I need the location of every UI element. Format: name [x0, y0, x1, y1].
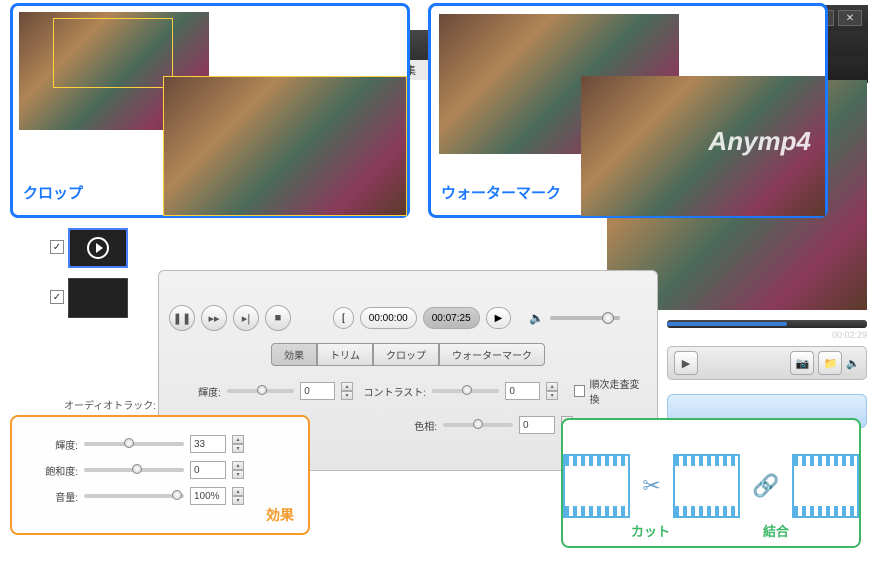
right-play-button[interactable]: ▶ — [674, 351, 698, 375]
audiotrack-label: オーディオトラック: — [64, 397, 156, 412]
time-start-capsule[interactable]: 00:00:00 — [360, 307, 417, 329]
volume-handle[interactable] — [602, 312, 614, 324]
cut-label: カット — [631, 521, 670, 540]
step-button[interactable]: ▸| — [233, 305, 259, 331]
bracket-end[interactable]: ▶ — [486, 307, 512, 329]
tab-effect[interactable]: 効果 — [271, 343, 317, 366]
tab-watermark[interactable]: ウォーターマーク — [439, 343, 545, 366]
right-time: 00:02:29 — [667, 330, 867, 340]
volume-slider[interactable] — [550, 316, 620, 320]
pause-button[interactable]: ❚❚ — [169, 305, 195, 331]
folder-button[interactable]: 📁 — [818, 351, 842, 375]
filmstrip-2 — [673, 454, 740, 518]
contrast-label: コントラスト: — [359, 384, 426, 399]
crop-label: クロップ — [23, 182, 83, 203]
effect-saturation-value[interactable]: 0 — [190, 461, 226, 479]
link-icon: 🔗 — [752, 473, 779, 499]
watermark-text: Anymp4 — [708, 126, 811, 157]
hue-slider[interactable] — [443, 423, 513, 427]
snapshot-button[interactable]: 📷 — [790, 351, 814, 375]
play-icon — [87, 237, 109, 259]
bracket-start[interactable]: [ — [333, 307, 354, 329]
contrast-value[interactable]: 0 — [505, 382, 540, 400]
hue-label: 色相: — [367, 418, 437, 433]
close-button[interactable]: ✕ — [838, 10, 862, 26]
effect-brightness-slider[interactable] — [84, 442, 184, 446]
right-preview-panel: 00:02:29 ▶ 📷 📁 🔈 — [667, 320, 867, 428]
right-progress[interactable] — [667, 320, 867, 328]
progressive-checkbox[interactable] — [574, 385, 586, 397]
cut-merge-callout: ✂ 🔗 カット 結合 — [561, 418, 861, 548]
brightness-main-slider[interactable] — [227, 389, 294, 393]
contrast-spinner[interactable]: ▴▾ — [546, 382, 558, 400]
effect-saturation-slider[interactable] — [84, 468, 184, 472]
tab-trim[interactable]: トリム — [317, 343, 373, 366]
crop-callout: クロップ — [10, 3, 410, 218]
watermark-callout: Anymp4 ウォーターマーク — [428, 3, 828, 218]
effect-volume-slider[interactable] — [84, 494, 184, 498]
effect-brightness-label: 輝度: — [24, 437, 78, 452]
progressive-label: 順次走査変換 — [589, 376, 647, 406]
hue-value[interactable]: 0 — [519, 416, 555, 434]
filmstrip-3 — [792, 454, 859, 518]
timeline-thumb-2[interactable] — [68, 278, 128, 318]
timeline-thumb-1[interactable] — [68, 228, 128, 268]
watermark-result-image: Anymp4 — [581, 76, 825, 216]
effect-callout: 輝度: 33 ▴▾ 飽和度: 0 ▴▾ 音量: 100% ▴▾ 効果 — [10, 415, 310, 535]
effect-brightness-value[interactable]: 33 — [190, 435, 226, 453]
effect-saturation-label: 飽和度: — [24, 463, 78, 478]
crop-result-image — [163, 76, 407, 216]
effect-title: 効果 — [266, 505, 294, 525]
effect-volume-value[interactable]: 100% — [190, 487, 226, 505]
effect-brightness-spinner[interactable]: ▴▾ — [232, 435, 244, 453]
brightness-main-label: 輝度: — [169, 384, 221, 399]
watermark-label: ウォーターマーク — [441, 182, 561, 203]
crop-selection-box[interactable] — [53, 18, 173, 88]
thumb1-checkbox[interactable]: ✓ — [50, 240, 64, 254]
speaker-icon[interactable]: 🔈 — [529, 311, 544, 325]
effect-saturation-spinner[interactable]: ▴▾ — [232, 461, 244, 479]
brightness-main-spinner[interactable]: ▴▾ — [341, 382, 353, 400]
playback-controls: ❚❚ ▸▸ ▸| ■ [ 00:00:00 00:07:25 ▶ 🔈 — [169, 301, 647, 335]
brightness-main-value[interactable]: 0 — [300, 382, 335, 400]
effect-volume-spinner[interactable]: ▴▾ — [232, 487, 244, 505]
filmstrip-1 — [563, 454, 630, 518]
time-end-capsule[interactable]: 00:07:25 — [423, 307, 480, 329]
thumb2-checkbox[interactable]: ✓ — [50, 290, 64, 304]
tab-crop[interactable]: クロップ — [373, 343, 439, 366]
edit-tabs: 効果 トリム クロップ ウォーターマーク — [169, 343, 647, 366]
scissors-icon: ✂ — [642, 473, 660, 499]
effect-volume-label: 音量: — [24, 489, 78, 504]
fastforward-button[interactable]: ▸▸ — [201, 305, 227, 331]
sound-icon[interactable]: 🔈 — [846, 357, 860, 370]
contrast-slider[interactable] — [432, 389, 499, 393]
stop-button[interactable]: ■ — [265, 305, 291, 331]
merge-label: 結合 — [763, 521, 789, 540]
